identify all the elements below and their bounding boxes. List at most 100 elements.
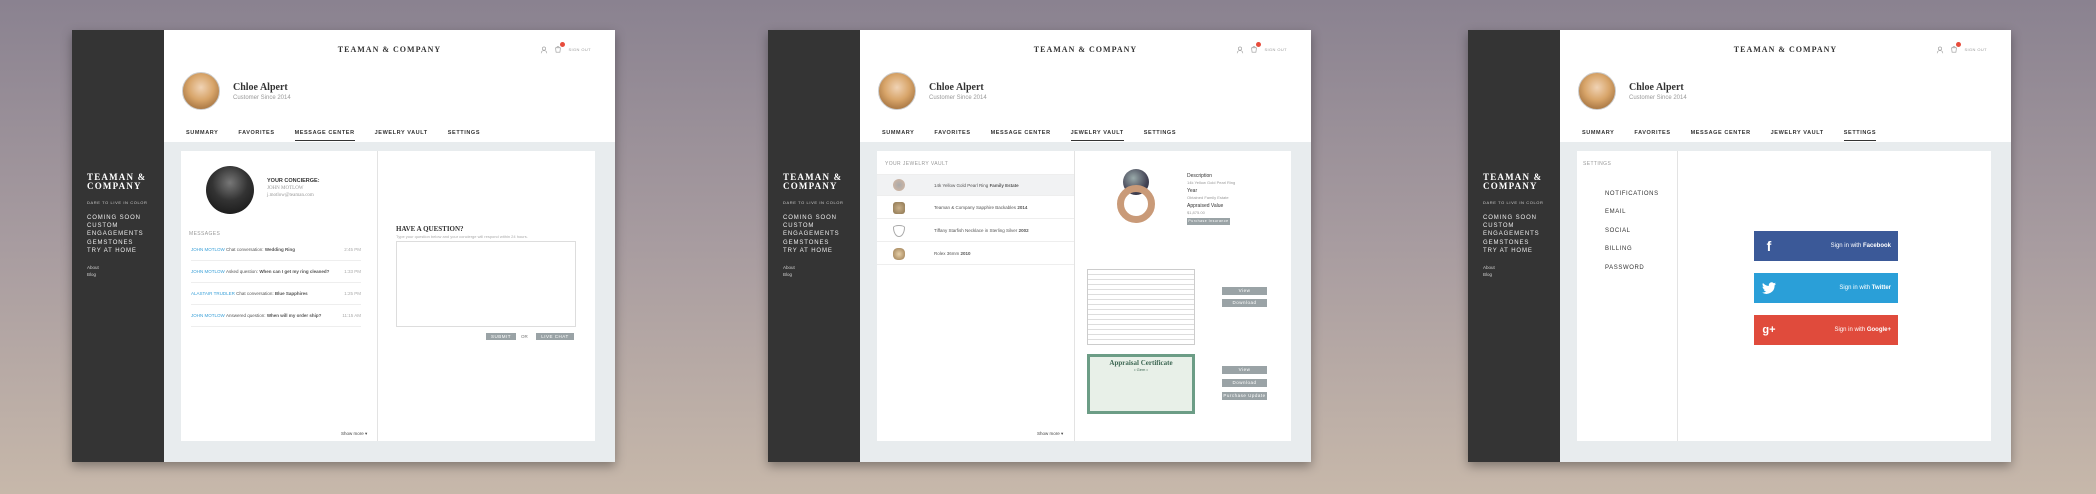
view-button[interactable]: View xyxy=(1222,287,1267,295)
sidebar-item[interactable]: COMING SOON xyxy=(1483,214,1540,222)
tab-jewelry-vault[interactable]: JEWELRY VAULT xyxy=(1771,130,1824,141)
tab-message-center[interactable]: MESSAGE CENTER xyxy=(294,130,355,141)
sidebar-item[interactable]: ENGAGEMENTS xyxy=(1483,230,1540,238)
sidebar-logo[interactable]: TEAMAN & COMPANY xyxy=(1483,173,1542,191)
show-more-link[interactable]: Show more ▾ xyxy=(341,431,367,437)
tab-favorites[interactable]: FAVORITES xyxy=(1634,130,1670,141)
necklace-icon xyxy=(893,224,905,237)
sidebar-item[interactable]: GEMSTONES xyxy=(1483,239,1540,247)
blog-link[interactable]: Blog xyxy=(87,271,99,278)
facebook-signin-button[interactable]: f Sign in with Facebook xyxy=(1754,231,1898,261)
blog-link[interactable]: Blog xyxy=(783,271,795,278)
ring-image xyxy=(1117,169,1157,223)
divider xyxy=(1074,151,1075,441)
twitter-signin-text: Sign in with Twitter xyxy=(1784,285,1898,291)
provider-name: Facebook xyxy=(1862,243,1891,249)
tab-favorites[interactable]: FAVORITES xyxy=(238,130,274,141)
tab-settings[interactable]: SETTINGS xyxy=(448,130,480,141)
profile-header: TEAMAN & COMPANY SIGN OUT Chloe Alpert C… xyxy=(164,30,615,142)
blog-link[interactable]: Blog xyxy=(1483,271,1495,278)
mockup-settings: TEAMAN & COMPANY DARE TO LIVE IN COLOR CO… xyxy=(1468,30,2011,462)
tab-settings[interactable]: SETTINGS xyxy=(1843,130,1877,141)
concierge-email[interactable]: j.motlow@teaman.com xyxy=(267,193,314,198)
purchase-insurance-button[interactable]: Purchase Insurance xyxy=(1187,218,1230,225)
about-link[interactable]: About xyxy=(87,264,99,271)
tagline: DARE TO LIVE IN COLOR xyxy=(783,200,844,205)
vault-item[interactable]: Rolex 36mm 2010 xyxy=(877,243,1074,265)
vault-item-name: 14k Yellow Gold Pearl Ring xyxy=(934,182,989,188)
tab-summary[interactable]: SUMMARY xyxy=(186,130,218,141)
question-textarea[interactable] xyxy=(396,241,576,327)
view-button[interactable]: View xyxy=(1222,366,1267,374)
sidebar-item[interactable]: ENGAGEMENTS xyxy=(87,230,144,238)
sidebar-nav: COMING SOON CUSTOM ENGAGEMENTS GEMSTONES… xyxy=(87,214,144,255)
vault-item[interactable]: Teaman & Company Sapphire Backables 2014 xyxy=(877,197,1074,219)
tagline: DARE TO LIVE IN COLOR xyxy=(87,200,148,205)
tab-jewelry-vault[interactable]: JEWELRY VAULT xyxy=(1070,130,1124,141)
sidebar-item[interactable]: CUSTOM xyxy=(783,222,840,230)
cart[interactable] xyxy=(1950,42,1962,54)
tab-message-center[interactable]: MESSAGE CENTER xyxy=(991,130,1051,141)
user-since: Customer Since 2014 xyxy=(929,95,987,101)
vault-label: YOUR JEWELRY VAULT xyxy=(885,161,949,167)
sidebar-item[interactable]: COMING SOON xyxy=(87,214,144,222)
download-button[interactable]: Download xyxy=(1222,299,1267,307)
sidebar-logo[interactable]: TEAMAN & COMPANY xyxy=(87,173,146,191)
sidebar-logo[interactable]: TEAMAN & COMPANY xyxy=(783,173,842,191)
about-link[interactable]: About xyxy=(1483,264,1495,271)
vault-item-name: Tiffany Starfish Necklace in Sterling Si… xyxy=(934,228,1018,233)
settings-item-password[interactable]: PASSWORD xyxy=(1605,265,1644,271)
tabs: SUMMARY FAVORITES MESSAGE CENTER JEWELRY… xyxy=(882,130,1196,141)
sidebar-item[interactable]: COMING SOON xyxy=(783,214,840,222)
sidebar-item[interactable]: TRY AT HOME xyxy=(87,247,144,255)
purchase-update-button[interactable]: Purchase Update xyxy=(1222,392,1267,400)
user-icon[interactable] xyxy=(1236,46,1244,54)
show-more-link[interactable]: Show more ▾ xyxy=(1037,431,1063,437)
message-row[interactable]: JOHN MOTLOW Chat conversation: Wedding R… xyxy=(191,239,361,261)
sidebar: TEAMAN & COMPANY DARE TO LIVE IN COLOR CO… xyxy=(1468,30,1560,462)
sidebar-item[interactable]: TRY AT HOME xyxy=(1483,247,1540,255)
tab-jewelry-vault[interactable]: JEWELRY VAULT xyxy=(375,130,428,141)
msg-time: 1:25 PM xyxy=(344,291,361,296)
settings-item-billing[interactable]: BILLING xyxy=(1605,246,1632,252)
main: TEAMAN & COMPANY SIGN OUT Chloe Alpert C… xyxy=(860,30,1311,462)
msg-time: 1:33 PM xyxy=(344,269,361,274)
download-button[interactable]: Download xyxy=(1222,379,1267,387)
sidebar-item[interactable]: CUSTOM xyxy=(87,222,144,230)
bracelet-icon xyxy=(893,201,905,214)
sidebar-item[interactable]: CUSTOM xyxy=(1483,222,1540,230)
vault-item[interactable]: 14k Yellow Gold Pearl Ring Family Estate xyxy=(877,174,1074,196)
settings-item-email[interactable]: EMAIL xyxy=(1605,209,1626,215)
message-row[interactable]: ALASTAIR TRUDLER Chat conversation: Blue… xyxy=(191,283,361,305)
tab-favorites[interactable]: FAVORITES xyxy=(934,130,970,141)
tab-summary[interactable]: SUMMARY xyxy=(1582,130,1614,141)
user-icon[interactable] xyxy=(540,46,548,54)
cart[interactable] xyxy=(554,42,566,54)
twitter-signin-button[interactable]: Sign in with Twitter xyxy=(1754,273,1898,303)
message-row[interactable]: JOHN MOTLOW Asked question: When can I g… xyxy=(191,261,361,283)
message-center-card: YOUR CONCIERGE: JOHN MOTLOW j.motlow@tea… xyxy=(181,151,595,441)
sidebar-item[interactable]: GEMSTONES xyxy=(783,239,840,247)
vault-item[interactable]: Tiffany Starfish Necklace in Sterling Si… xyxy=(877,220,1074,242)
signout-link[interactable]: SIGN OUT xyxy=(1264,47,1287,52)
live-chat-button[interactable]: LIVE CHAT xyxy=(536,333,574,340)
sidebar-item[interactable]: ENGAGEMENTS xyxy=(783,230,840,238)
message-row[interactable]: JOHN MOTLOW Answered question: When will… xyxy=(191,305,361,327)
sidebar-item[interactable]: TRY AT HOME xyxy=(783,247,840,255)
tab-summary[interactable]: SUMMARY xyxy=(882,130,914,141)
user-icon[interactable] xyxy=(1936,46,1944,54)
logo-line: COMPANY xyxy=(783,181,838,191)
settings-item-notifications[interactable]: NOTIFICATIONS xyxy=(1605,191,1659,197)
certificate-subtitle: • Gem • xyxy=(1134,367,1148,372)
cart[interactable] xyxy=(1250,42,1262,54)
tab-message-center[interactable]: MESSAGE CENTER xyxy=(1691,130,1751,141)
signout-link[interactable]: SIGN OUT xyxy=(568,47,591,52)
settings-item-social[interactable]: SOCIAL xyxy=(1605,228,1631,234)
sidebar-item[interactable]: GEMSTONES xyxy=(87,239,144,247)
msg-from: JOHN MOTLOW xyxy=(191,313,225,318)
about-link[interactable]: About xyxy=(783,264,795,271)
tab-settings[interactable]: SETTINGS xyxy=(1144,130,1176,141)
signout-link[interactable]: SIGN OUT xyxy=(1964,47,1987,52)
submit-button[interactable]: SUBMIT xyxy=(486,333,516,340)
google-signin-button[interactable]: g+ Sign in with Google+ xyxy=(1754,315,1898,345)
